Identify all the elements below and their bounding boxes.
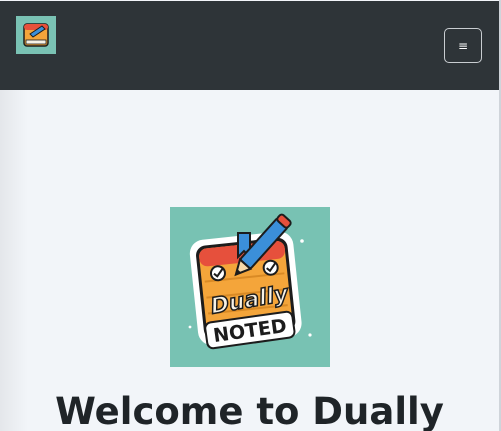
hamburger-menu-icon: ≡ [457,38,469,53]
page-title: Welcome to Dually [55,390,444,431]
browser-viewport: ≡ Dually NOTED Welcome to Dually [0,0,499,431]
top-navbar: ≡ [0,1,499,90]
menu-toggle-button[interactable]: ≡ [444,28,482,63]
dually-noted-logo-icon[interactable] [16,16,56,54]
dually-noted-hero-logo: Dually NOTED [170,207,330,367]
left-edge-shadow [0,90,28,431]
